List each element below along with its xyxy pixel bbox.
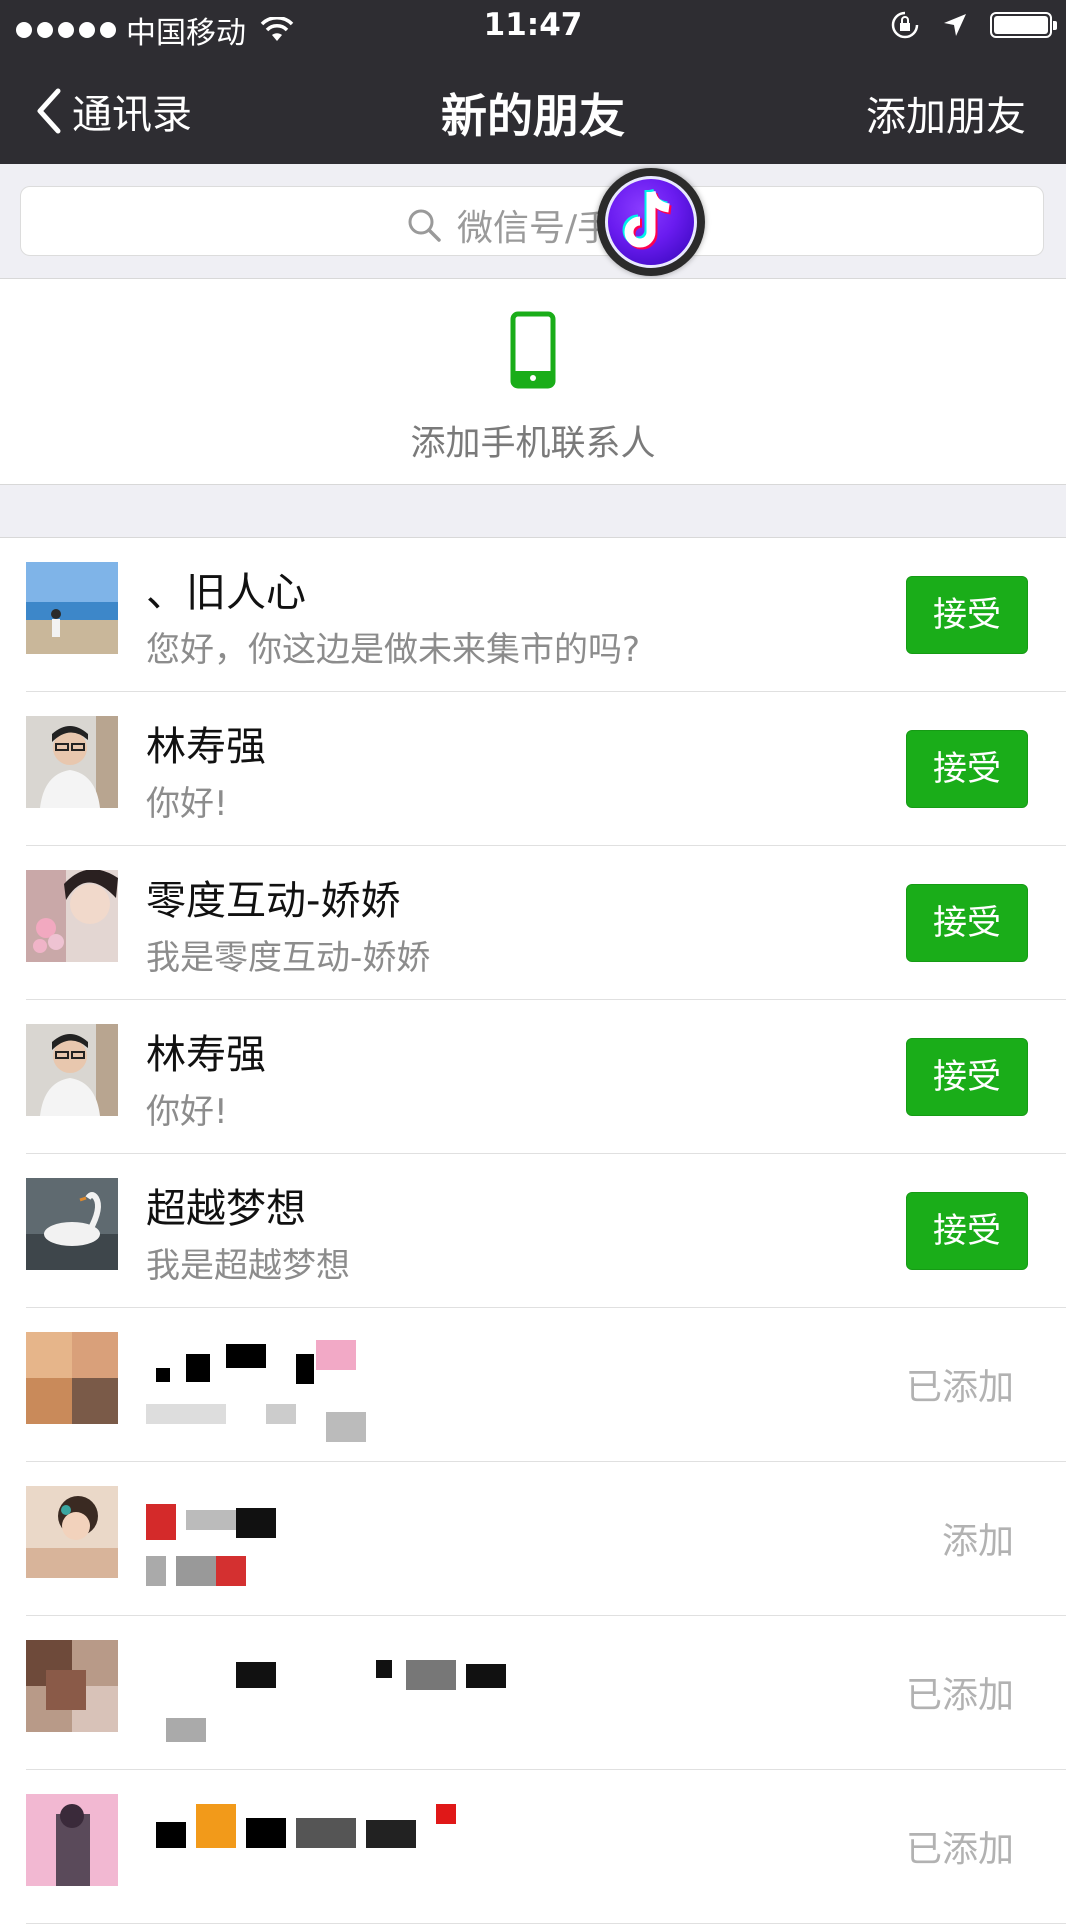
pixelated-name xyxy=(146,1638,666,1748)
search-placeholder: 微信号/手 xyxy=(457,208,614,249)
music-note-icon xyxy=(622,188,672,250)
request-message: 你好! xyxy=(146,1092,228,1132)
added-status: 添加 xyxy=(941,1521,1014,1562)
status-bar: 中国移动 11:47 xyxy=(0,0,1066,52)
search-icon xyxy=(408,209,441,242)
battery-icon xyxy=(990,12,1057,38)
battery-fill xyxy=(994,16,1048,34)
avatar xyxy=(26,1024,118,1116)
request-message: 您好，你这边是做未来集市的吗? xyxy=(146,630,641,670)
request-name: 、旧人心 xyxy=(146,570,306,616)
friend-request-list: 、旧人心 您好，你这边是做未来集市的吗? 接受 林寿强 你好! 接受 零度互动-… xyxy=(0,538,1066,1924)
search-input[interactable]: 微信号/手 xyxy=(20,186,1044,256)
request-message: 我是超越梦想 xyxy=(146,1246,350,1286)
search-inner: 微信号/手 xyxy=(405,199,613,251)
pixelated-name xyxy=(146,1484,666,1594)
tiktok-floating-icon[interactable] xyxy=(597,168,705,276)
accept-button[interactable]: 接受 xyxy=(906,576,1028,654)
nav-bar: 通讯录 新的朋友 添加朋友 xyxy=(0,52,1066,164)
avatar xyxy=(26,562,118,654)
location-arrow-icon xyxy=(944,14,966,36)
section-gap xyxy=(0,485,1066,538)
request-message: 我是零度互动-娇娇 xyxy=(146,938,431,978)
added-status: 已添加 xyxy=(905,1367,1014,1408)
accept-button[interactable]: 接受 xyxy=(906,1038,1028,1116)
request-message: 你好! xyxy=(146,784,228,824)
request-name: 林寿强 xyxy=(146,724,266,770)
add-friend-button[interactable]: 添加朋友 xyxy=(866,84,1026,142)
request-name: 林寿强 xyxy=(146,1032,266,1078)
pixelated-name xyxy=(146,1330,666,1442)
added-status: 已添加 xyxy=(905,1675,1014,1716)
accept-button[interactable]: 接受 xyxy=(906,730,1028,808)
add-phone-contacts-item[interactable]: 添加手机联系人 xyxy=(0,279,1066,485)
search-area: 微信号/手 xyxy=(0,164,1066,279)
list-item[interactable]: 添加 xyxy=(0,1462,1066,1616)
list-item[interactable]: 已添加 xyxy=(0,1616,1066,1770)
list-item[interactable]: 林寿强 你好! 接受 xyxy=(0,692,1066,846)
avatar xyxy=(26,1332,118,1424)
avatar xyxy=(26,1794,118,1886)
avatar xyxy=(26,870,118,962)
accept-button[interactable]: 接受 xyxy=(906,884,1028,962)
orientation-lock-icon xyxy=(891,11,919,39)
request-name: 零度互动-娇娇 xyxy=(146,878,401,924)
accept-button[interactable]: 接受 xyxy=(906,1192,1028,1270)
added-status: 已添加 xyxy=(905,1829,1014,1870)
list-item[interactable]: 零度互动-娇娇 我是零度互动-娇娇 接受 xyxy=(0,846,1066,1000)
phone-icon xyxy=(510,311,556,389)
list-item[interactable]: 超越梦想 我是超越梦想 接受 xyxy=(0,1154,1066,1308)
add-phone-contacts-label: 添加手机联系人 xyxy=(410,424,656,464)
avatar xyxy=(26,716,118,808)
avatar xyxy=(26,1640,118,1732)
list-item[interactable]: 、旧人心 您好，你这边是做未来集市的吗? 接受 xyxy=(0,538,1066,692)
list-item[interactable]: 林寿强 你好! 接受 xyxy=(0,1000,1066,1154)
status-right xyxy=(890,10,1057,40)
avatar xyxy=(26,1178,118,1270)
list-item[interactable]: 已添加 xyxy=(0,1308,1066,1462)
avatar xyxy=(26,1486,118,1578)
pixelated-name xyxy=(146,1792,666,1902)
list-item[interactable]: 已添加 xyxy=(0,1770,1066,1924)
request-name: 超越梦想 xyxy=(146,1186,306,1232)
